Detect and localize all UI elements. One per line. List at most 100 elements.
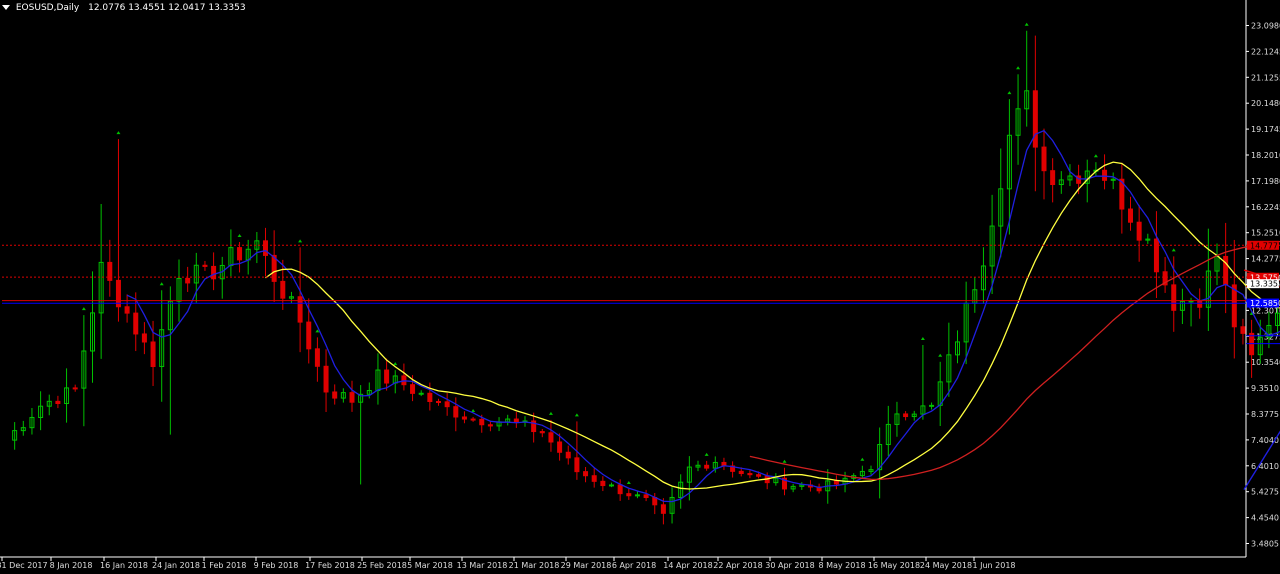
candle-body: [513, 418, 519, 423]
candle-body: [747, 473, 753, 476]
candle-body: [643, 494, 649, 498]
x-tick-label: 6 Apr 2018: [612, 561, 656, 570]
candle-body: [1041, 146, 1047, 172]
candle-body: [72, 387, 78, 390]
candle-body: [557, 441, 563, 453]
candle-body: [150, 341, 156, 368]
y-tick-label: 20.1480: [1251, 99, 1280, 108]
candle-body: [738, 470, 744, 475]
candle-body: [427, 392, 433, 402]
candle-body: [660, 504, 666, 514]
fractal-up-arrow: [938, 353, 943, 357]
candle-body: [548, 432, 554, 443]
candle-body: [133, 312, 139, 335]
fractal-up-arrow: [1007, 91, 1012, 95]
candle-body: [583, 471, 589, 477]
ma-line-slow: [749, 240, 1280, 481]
fractal-up-arrow: [574, 413, 579, 417]
fractal-up-arrow: [920, 337, 925, 341]
candle-body: [1128, 208, 1133, 223]
x-tick-label: 1 Feb 2018: [202, 561, 247, 570]
candle-body: [1050, 170, 1056, 186]
fractal-up-arrow: [159, 282, 164, 286]
candle-body: [565, 451, 571, 459]
price-tag-label: 13.3353: [1250, 280, 1280, 289]
fractal-up-arrow: [1093, 154, 1098, 158]
candle-body: [574, 457, 580, 473]
candle-body: [756, 474, 762, 477]
candle-body: [141, 333, 147, 343]
candle-body: [332, 391, 338, 399]
y-tick-label: 19.1745: [1251, 125, 1280, 134]
candle-body: [461, 416, 467, 420]
candle-body: [470, 418, 476, 421]
candle-body: [609, 484, 614, 487]
y-tick-label: 14.2775: [1251, 255, 1280, 264]
y-tick-label: 4.4540: [1251, 514, 1279, 523]
x-tick-label: 8 Jan 2018: [50, 561, 93, 570]
candle-body: [479, 418, 485, 426]
fractal-up-arrow: [782, 459, 787, 463]
x-tick-label: 13 Mar 2018: [457, 561, 508, 570]
fractal-up-arrow: [1171, 248, 1176, 252]
candle-body: [1136, 221, 1142, 241]
candle-body: [323, 365, 329, 393]
x-tick-label: 16 Jan 2018: [100, 561, 148, 570]
y-tick-label: 15.2510: [1251, 229, 1280, 238]
x-tick-label: 24 Jan 2018: [152, 561, 200, 570]
candle-body: [436, 400, 441, 403]
fractal-up-arrow: [548, 411, 553, 415]
candle-body: [1223, 255, 1229, 286]
candle-body: [418, 392, 424, 395]
x-tick-label: 17 Feb 2018: [305, 561, 355, 570]
y-tick-label: 16.2245: [1251, 203, 1280, 212]
candle-body: [202, 264, 208, 267]
candle-body: [487, 424, 493, 427]
candle-body: [1171, 284, 1177, 311]
candle-body: [185, 277, 191, 284]
candle-body: [1197, 300, 1203, 308]
x-tick-label: 16 May 2018: [868, 561, 920, 570]
chart-root: 23.0980 22.1245 21.1255 20.1480 19.1745 18.20…: [0, 0, 1280, 574]
y-tick-label: 10.3540: [1251, 358, 1280, 367]
ma-line-mid: [265, 161, 1280, 490]
fractal-up-arrow: [704, 452, 709, 456]
candle-body: [237, 247, 243, 261]
x-tick-label: 29 Mar 2018: [561, 561, 612, 570]
candle-body: [617, 484, 623, 495]
candle-body: [349, 392, 355, 403]
y-tick-label: 21.1255: [1251, 73, 1280, 82]
fractal-up-arrow: [860, 457, 865, 461]
candle-body: [1032, 90, 1038, 148]
fractal-up-arrow: [393, 362, 398, 366]
dropdown-triangle-icon[interactable]: [2, 5, 10, 10]
fractal-up-arrow: [237, 234, 242, 238]
x-tick-label: 22 Apr 2018: [713, 561, 762, 570]
candle-body: [634, 494, 640, 497]
chart-plot-area[interactable]: 23.0980 22.1245 21.1255 20.1480 19.1745 18.20…: [0, 0, 1280, 574]
x-tick-label: 30 Apr 2018: [765, 561, 814, 570]
candle-body: [591, 475, 597, 482]
x-tick-label: 8 May 2018: [818, 561, 865, 570]
candle-body: [1240, 326, 1246, 334]
x-tick-label: 31 Dec 2017: [0, 561, 48, 570]
symbol-label: EOSUSD,Daily: [15, 3, 80, 13]
x-tick-label: 1 Jun 2018: [972, 561, 1015, 570]
y-tick-label: 23.0980: [1251, 22, 1280, 31]
fractal-up-arrow: [626, 481, 631, 485]
candle-body: [410, 384, 416, 394]
candle-body: [833, 480, 839, 485]
x-tick-label: 9 Feb 2018: [254, 561, 299, 570]
candle-body: [929, 404, 935, 407]
fractal-up-arrow: [81, 307, 86, 311]
candle-body: [1102, 169, 1108, 181]
candle-body: [444, 401, 450, 408]
x-tick-label: 25 Feb 2018: [357, 561, 407, 570]
y-tick-label: 18.2010: [1251, 151, 1280, 160]
x-tick-label: 14 Apr 2018: [663, 561, 712, 570]
candle-body: [55, 400, 61, 404]
chart-title-bar[interactable]: EOSUSD,Daily 12.0776 13.4551 12.0417 13.…: [2, 3, 246, 13]
candle-body: [263, 240, 268, 256]
price-tag-label: 12.5850: [1250, 299, 1280, 308]
candle-body: [124, 306, 130, 314]
